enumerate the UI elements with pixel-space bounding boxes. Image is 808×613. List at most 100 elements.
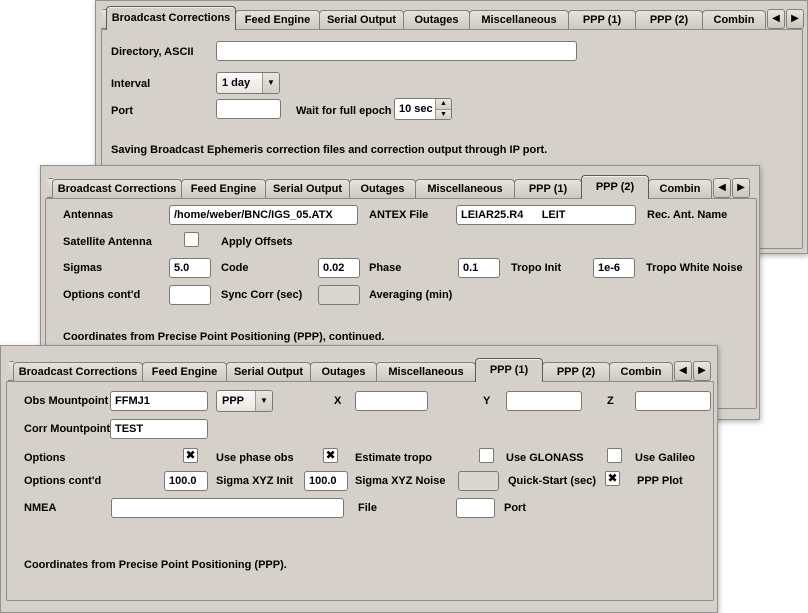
port-input[interactable] xyxy=(216,99,281,119)
tab-combination[interactable]: Combin xyxy=(702,10,766,29)
tab-broadcast-corrections[interactable]: Broadcast Corrections xyxy=(106,6,236,30)
tab-feed-engine[interactable]: Feed Engine xyxy=(181,179,266,198)
use-galileo-label: Use Galileo xyxy=(635,452,695,464)
tab-scroll-right-button[interactable]: ▶ xyxy=(786,9,804,29)
tab-scroll-left-button[interactable]: ◀ xyxy=(767,9,785,29)
sigma-xyz-init-label: Sigma XYZ Init xyxy=(216,475,293,487)
tab-ppp-1[interactable]: PPP (1) xyxy=(475,358,543,382)
tab-scroll-left-button[interactable]: ◀ xyxy=(674,361,692,381)
obs-mountpoint-input[interactable] xyxy=(110,391,208,411)
tab-combination[interactable]: Combin xyxy=(609,362,673,381)
sync-corr-input xyxy=(318,285,360,305)
phase-label: Phase xyxy=(369,262,401,274)
tab-outages[interactable]: Outages xyxy=(310,362,377,381)
corr-mountpoint-input[interactable] xyxy=(110,419,208,439)
spin-down-icon[interactable]: ▼ xyxy=(436,110,451,120)
sigma-xyz-init-input[interactable] xyxy=(304,471,348,491)
apply-offsets-checkbox[interactable] xyxy=(184,232,199,247)
tab-serial-output[interactable]: Serial Output xyxy=(226,362,311,381)
file-label: File xyxy=(358,502,377,514)
tab-miscellaneous[interactable]: Miscellaneous xyxy=(415,179,515,198)
satellite-antenna-label: Satellite Antenna xyxy=(63,236,152,248)
apply-offsets-label: Apply Offsets xyxy=(221,236,293,248)
tab-combination[interactable]: Combin xyxy=(648,179,712,198)
code-label: Code xyxy=(221,262,249,274)
x-label: X xyxy=(334,395,341,407)
tab-serial-output[interactable]: Serial Output xyxy=(319,10,404,29)
options-contd-input[interactable] xyxy=(164,471,208,491)
tropo-init-input[interactable] xyxy=(593,258,635,278)
tab-serial-output[interactable]: Serial Output xyxy=(265,179,350,198)
window-ppp-1: Broadcast Corrections Feed Engine Serial… xyxy=(0,345,718,613)
nmea-port-input[interactable] xyxy=(456,498,495,518)
interval-select[interactable]: 1 day ▼ xyxy=(216,72,280,94)
sigmas-label: Sigmas xyxy=(63,262,102,274)
port-label: Port xyxy=(111,105,133,117)
antex-file-input[interactable] xyxy=(456,205,636,225)
tab-feed-engine[interactable]: Feed Engine xyxy=(142,362,227,381)
y-label: Y xyxy=(483,395,490,407)
tab-scroll-right-button[interactable]: ▶ xyxy=(693,361,711,381)
use-galileo-checkbox[interactable] xyxy=(607,448,622,463)
y-input[interactable] xyxy=(506,391,582,411)
ppp1-description: Coordinates from Precise Point Positioni… xyxy=(24,559,287,571)
obs-mountpoint-label: Obs Mountpoint xyxy=(24,395,108,407)
scroll-left-icon: ◀ xyxy=(718,182,726,193)
nmea-label: NMEA xyxy=(24,502,56,514)
tab-bar: Broadcast Corrections Feed Engine Serial… xyxy=(6,358,711,381)
options-contd-label: Options cont'd xyxy=(63,289,140,301)
directory-ascii-label: Directory, ASCII xyxy=(111,46,194,58)
tab-ppp-1[interactable]: PPP (1) xyxy=(514,179,582,198)
broadcast-description: Saving Broadcast Ephemeris correction fi… xyxy=(111,144,547,156)
ppp-plot-label: PPP Plot xyxy=(637,475,683,487)
tab-ppp-1[interactable]: PPP (1) xyxy=(568,10,636,29)
quick-start-input xyxy=(458,471,499,491)
use-phase-obs-checkbox[interactable]: ✖ xyxy=(183,448,198,463)
sigmas-input[interactable] xyxy=(169,258,211,278)
interval-label: Interval xyxy=(111,78,150,90)
tab-bar: Broadcast Corrections Feed Engine Serial… xyxy=(45,175,750,198)
antennas-input[interactable] xyxy=(169,205,358,225)
tab-ppp-2[interactable]: PPP (2) xyxy=(635,10,703,29)
antennas-label: Antennas xyxy=(63,209,113,221)
sync-corr-label: Sync Corr (sec) xyxy=(221,289,302,301)
use-glonass-checkbox[interactable] xyxy=(479,448,494,463)
spin-up-icon[interactable]: ▲ xyxy=(436,99,451,110)
code-input[interactable] xyxy=(318,258,360,278)
wait-full-epoch-label: Wait for full epoch xyxy=(296,105,392,117)
chevron-down-icon[interactable]: ▼ xyxy=(262,73,279,93)
tab-ppp-2[interactable]: PPP (2) xyxy=(542,362,610,381)
tab-outages[interactable]: Outages xyxy=(403,10,470,29)
z-input[interactable] xyxy=(635,391,711,411)
rec-ant-name-label: Rec. Ant. Name xyxy=(647,209,727,221)
estimate-tropo-label: Estimate tropo xyxy=(355,452,432,464)
directory-ascii-input[interactable] xyxy=(216,41,577,61)
tab-scroll-right-button[interactable]: ▶ xyxy=(732,178,750,198)
tab-broadcast-corrections[interactable]: Broadcast Corrections xyxy=(52,179,182,198)
tab-miscellaneous[interactable]: Miscellaneous xyxy=(376,362,476,381)
estimate-tropo-checkbox[interactable]: ✖ xyxy=(323,448,338,463)
tab-scroll-left-button[interactable]: ◀ xyxy=(713,178,731,198)
wait-epoch-spinner[interactable]: 10 sec ▲ ▼ xyxy=(394,98,452,120)
nmea-file-input[interactable] xyxy=(111,498,344,518)
ppp-plot-checkbox[interactable]: ✖ xyxy=(605,471,620,486)
wait-epoch-value: 10 sec xyxy=(395,99,435,119)
tab-broadcast-corrections[interactable]: Broadcast Corrections xyxy=(13,362,143,381)
tab-bar: Broadcast Corrections Feed Engine Serial… xyxy=(99,6,804,29)
x-input[interactable] xyxy=(355,391,428,411)
use-glonass-label: Use GLONASS xyxy=(506,452,584,464)
tab-feed-engine[interactable]: Feed Engine xyxy=(235,10,320,29)
corr-mountpoint-label: Corr Mountpoint xyxy=(24,423,110,435)
tab-miscellaneous[interactable]: Miscellaneous xyxy=(469,10,569,29)
tab-ppp-2[interactable]: PPP (2) xyxy=(581,175,649,199)
ppp-mode-value: PPP xyxy=(217,391,255,411)
options-contd-input[interactable] xyxy=(169,285,211,305)
tab-outages[interactable]: Outages xyxy=(349,179,416,198)
quick-start-label: Quick-Start (sec) xyxy=(508,475,596,487)
interval-value: 1 day xyxy=(217,73,262,93)
scroll-right-icon: ▶ xyxy=(791,13,799,24)
ppp-mode-select[interactable]: PPP ▼ xyxy=(216,390,273,412)
chevron-down-icon[interactable]: ▼ xyxy=(255,391,272,411)
phase-input[interactable] xyxy=(458,258,500,278)
tropo-init-label: Tropo Init xyxy=(511,262,561,274)
